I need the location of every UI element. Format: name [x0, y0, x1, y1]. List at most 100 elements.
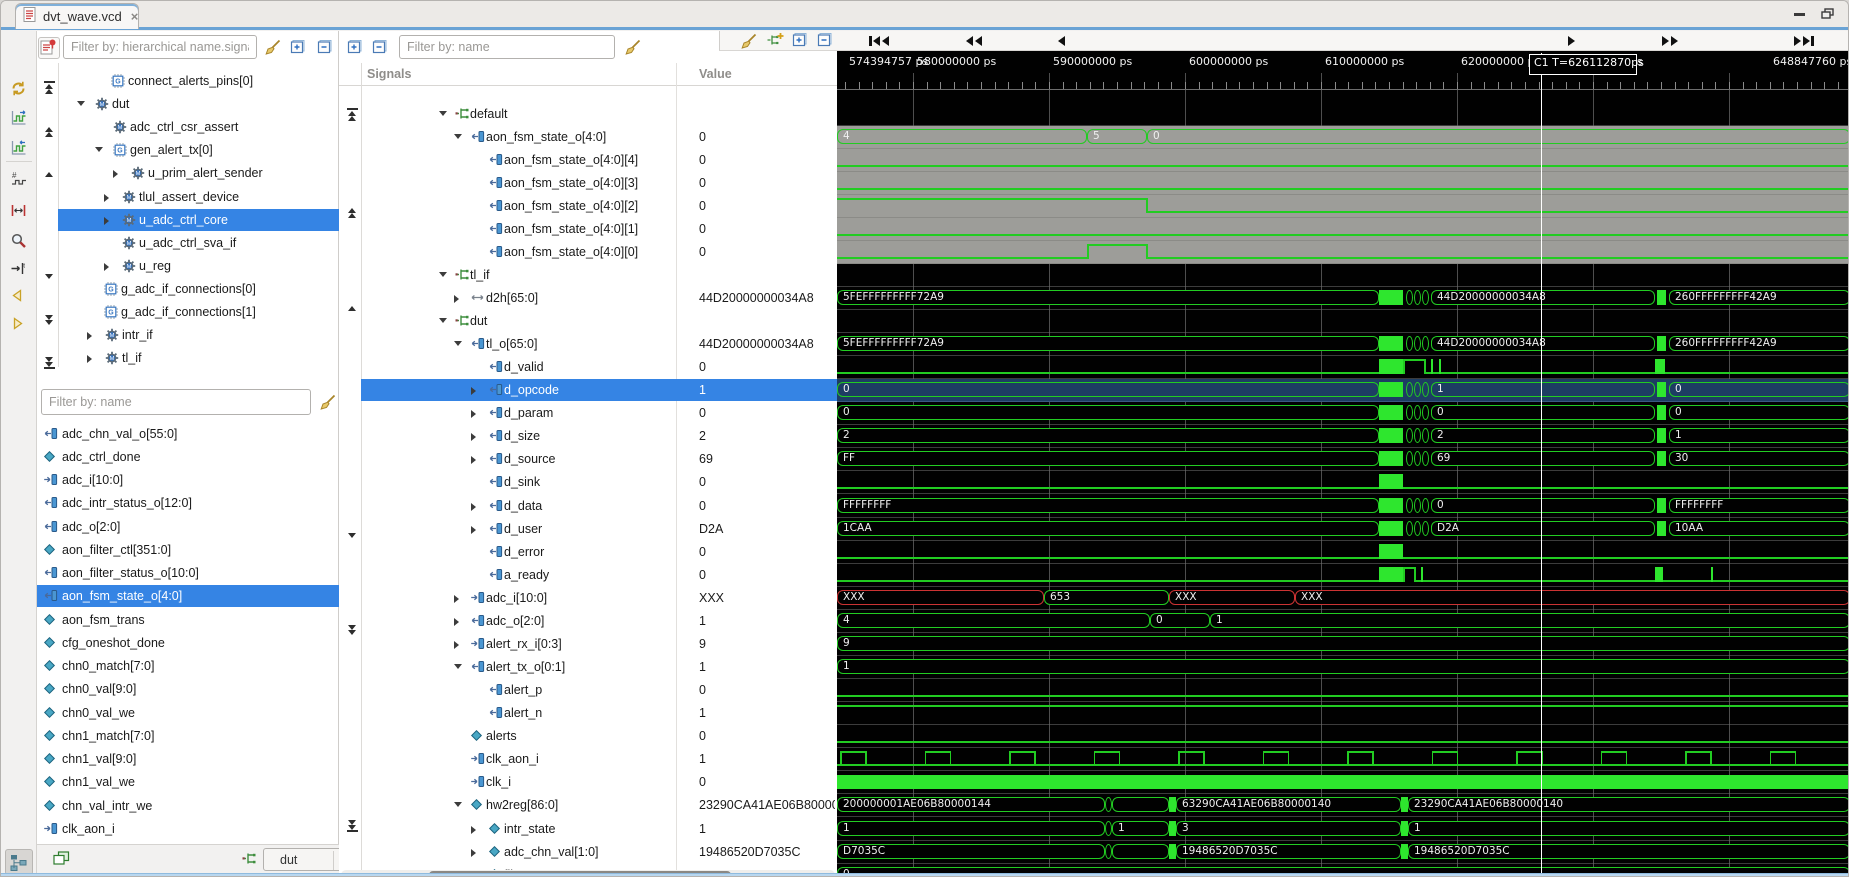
expand-arrow-icon[interactable] [87, 332, 92, 340]
expand-arrow-icon[interactable] [471, 456, 476, 464]
bit-line [1403, 487, 1849, 489]
add-group-icon[interactable] [767, 32, 784, 52]
expand-arrow-icon[interactable] [471, 387, 476, 395]
expand-arrow-icon[interactable] [471, 849, 476, 857]
fit-width-button-icon[interactable] [10, 202, 28, 220]
scroll-up-icon[interactable] [41, 169, 57, 181]
vcd-source-button[interactable] [38, 37, 60, 59]
output-port-icon [488, 199, 503, 217]
bus-segment: 19486520D7035C [1408, 844, 1849, 859]
scroll-dbl-up-icon[interactable] [344, 208, 360, 220]
internal-signal-icon [43, 659, 56, 677]
internal-signal-icon [43, 636, 56, 654]
go-last-button[interactable] [1794, 34, 1814, 48]
collapse-arrow-icon[interactable] [439, 318, 447, 323]
signal-filter-input[interactable] [41, 389, 311, 415]
expand-arrow-icon[interactable] [104, 194, 109, 202]
scroll-bar-up-icon[interactable] [344, 108, 360, 120]
value-column-header[interactable]: Value [699, 67, 732, 81]
collapse-arrow-icon[interactable] [77, 101, 85, 106]
cursor-marker-line[interactable] [1541, 53, 1542, 873]
radix-wave-button-icon[interactable]: # [10, 170, 28, 188]
collapse-arrow-icon[interactable] [454, 134, 462, 139]
fast-backward-button[interactable] [966, 34, 982, 48]
toolbar-separator [6, 161, 32, 162]
scroll-dbl-up-icon[interactable] [41, 127, 57, 139]
minimize-button[interactable] [1793, 8, 1807, 20]
expand-arrow-icon[interactable] [454, 595, 459, 603]
hierarchy-collapse-all-button[interactable] [317, 39, 333, 59]
clear-filter-icon[interactable] [739, 32, 758, 56]
timeline-minor-tick [1824, 82, 1825, 89]
collapse-arrow-icon[interactable] [439, 272, 447, 277]
scroll-down-icon[interactable] [41, 271, 57, 283]
timeline-minor-tick [1171, 82, 1172, 89]
signal-clear-filter-button[interactable] [318, 393, 337, 417]
next-marker-button-icon[interactable] [10, 316, 28, 334]
collapse-arrow-icon[interactable] [95, 147, 103, 152]
collapse-arrow-icon[interactable] [454, 802, 462, 807]
step-backward-button[interactable] [1058, 34, 1065, 48]
step-forward-button[interactable] [1568, 34, 1575, 48]
fast-forward-button[interactable] [1662, 34, 1678, 48]
timeline-minor-tick [1607, 82, 1608, 89]
signal-name: alert_rx_i[0:3] [486, 637, 562, 651]
tab-dvt-wave-vcd[interactable]: dvt_wave.vcd × [15, 3, 139, 29]
new-window-button[interactable] [53, 851, 70, 871]
scroll-dbl-down-icon[interactable] [344, 625, 360, 637]
reload-button-icon[interactable] [10, 80, 28, 98]
save-waveset-button-icon[interactable] [10, 109, 28, 127]
cursor-marker-label[interactable]: C1 T=626112870ps [1529, 54, 1637, 75]
scroll-down-icon[interactable] [344, 530, 360, 542]
signals-collapse-all-button[interactable] [372, 39, 388, 59]
bus-segment: 260FFFFFFFFF42A9 [1669, 290, 1849, 305]
restore-button[interactable] [1821, 8, 1835, 20]
expand-arrow-icon[interactable] [471, 410, 476, 418]
pulse-spike [1421, 567, 1423, 582]
tab-close-icon[interactable]: × [131, 9, 139, 24]
load-waveset-button-icon[interactable] [10, 139, 28, 157]
signals-expand-all-button[interactable] [347, 39, 363, 59]
expand-arrow-icon[interactable] [471, 433, 476, 441]
scroll-bar-down-icon[interactable] [344, 820, 360, 832]
timeline-minor-tick [1647, 82, 1648, 89]
expand-arrow-icon[interactable] [471, 826, 476, 834]
wave-row-18: 1CAAD2A10AA [837, 518, 1849, 541]
hierarchy-filter-input[interactable] [63, 35, 257, 59]
wave-row-24: 1 [837, 656, 1849, 679]
go-first-button[interactable] [869, 34, 889, 48]
scroll-up-icon[interactable] [344, 303, 360, 315]
zoom-button-icon[interactable] [10, 232, 28, 250]
collapse-arrow-icon[interactable] [454, 341, 462, 346]
bit-line [1403, 557, 1849, 559]
hierarchy-toggle-button[interactable] [5, 849, 33, 875]
hierarchy-expand-all-button[interactable] [290, 39, 306, 59]
signals-column-header[interactable]: Signals [367, 67, 411, 81]
module-icon: M [113, 120, 127, 139]
collapse-arrow-icon[interactable] [454, 664, 462, 669]
scroll-bar-up-icon[interactable] [41, 81, 57, 93]
expand-arrow-icon[interactable] [104, 217, 109, 225]
expand-arrow-icon[interactable] [454, 641, 459, 649]
expand-arrow-icon[interactable] [454, 618, 459, 626]
expand-arrow-icon[interactable] [471, 526, 476, 534]
goto-time-button-icon[interactable]: t [10, 260, 28, 278]
expand-all-icon[interactable] [792, 32, 808, 52]
expand-arrow-icon[interactable] [104, 263, 109, 271]
collapse-arrow-icon[interactable] [439, 111, 447, 116]
prev-marker-button-icon[interactable] [10, 288, 28, 306]
expand-arrow-icon[interactable] [87, 355, 92, 363]
expand-arrow-icon[interactable] [471, 503, 476, 511]
scroll-dbl-down-icon[interactable] [41, 315, 57, 327]
output-port-icon [488, 245, 503, 263]
hierarchy-clear-filter-button[interactable] [263, 38, 282, 62]
waveform-canvas[interactable]: 574394757 ps580000000 ps590000000 ps6000… [837, 51, 1849, 873]
signals-clear-filter-button[interactable] [623, 38, 642, 62]
bus-segment: 653 [1044, 590, 1169, 605]
bus-segment: 0 [1669, 382, 1849, 397]
expand-arrow-icon[interactable] [454, 295, 459, 303]
collapse-all-icon[interactable] [817, 32, 833, 52]
expand-arrow-icon[interactable] [113, 170, 118, 178]
scroll-bar-down-icon[interactable] [41, 357, 57, 369]
signals-filter-input[interactable] [399, 35, 615, 59]
